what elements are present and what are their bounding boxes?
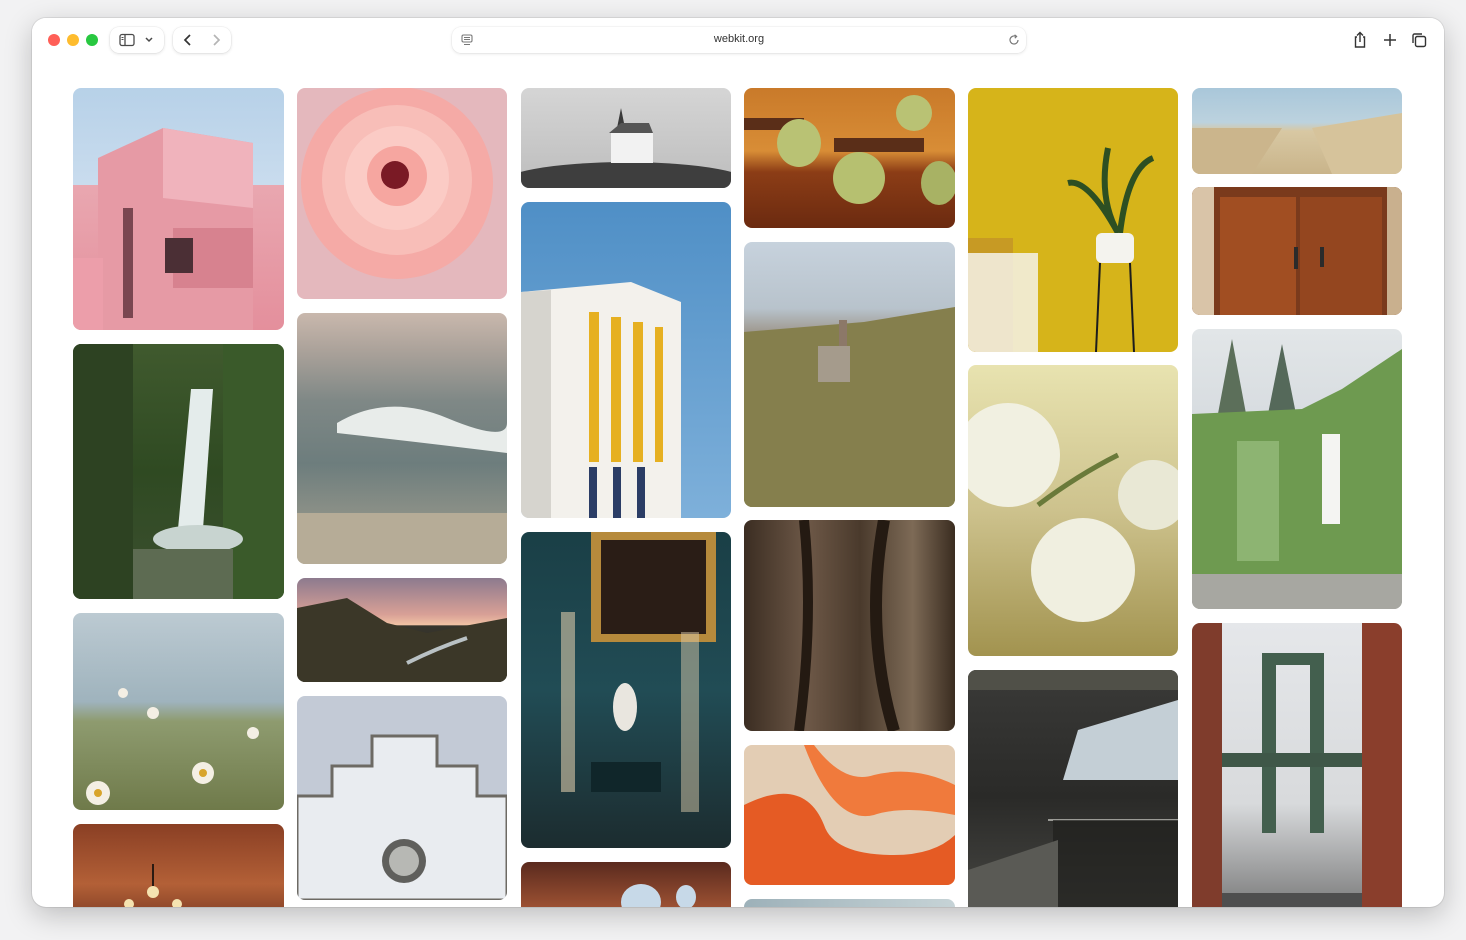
browser-toolbar: webkit.org xyxy=(32,18,1444,63)
photo-yellow-plant[interactable] xyxy=(968,88,1178,352)
photo-chapel-hill[interactable] xyxy=(521,88,731,188)
photo-sand-dunes[interactable] xyxy=(1192,88,1402,174)
sidebar-button-group[interactable] xyxy=(110,27,164,53)
sidebar-toggle-icon[interactable] xyxy=(119,33,135,47)
close-window-button[interactable] xyxy=(48,34,60,46)
back-chevron-icon[interactable] xyxy=(181,32,195,48)
photo-partial-blue[interactable] xyxy=(744,899,955,907)
reload-icon[interactable] xyxy=(1007,33,1021,47)
photo-red-arches[interactable] xyxy=(521,862,731,907)
navigation-button-group xyxy=(173,27,231,53)
photo-orange-chair[interactable] xyxy=(744,745,955,885)
photo-wooden-door[interactable] xyxy=(1192,187,1402,315)
maximize-window-button[interactable] xyxy=(86,34,98,46)
plus-icon[interactable] xyxy=(1381,31,1399,49)
photo-modern-tower[interactable] xyxy=(521,202,731,518)
photo-bridge-street[interactable] xyxy=(1192,623,1402,907)
chevron-down-icon[interactable] xyxy=(144,36,154,44)
photo-hillside-mine[interactable] xyxy=(744,242,955,507)
minimize-window-button[interactable] xyxy=(67,34,79,46)
photo-pink-flower[interactable] xyxy=(297,88,507,299)
photo-daisies[interactable] xyxy=(73,613,284,810)
address-bar[interactable]: webkit.org xyxy=(452,27,1026,53)
photo-museum-room[interactable] xyxy=(521,532,731,848)
photo-ocean-wave[interactable] xyxy=(297,313,507,564)
share-icon[interactable] xyxy=(1351,30,1369,50)
photo-white-hydrangeas[interactable] xyxy=(968,365,1178,656)
url-text[interactable]: webkit.org xyxy=(452,33,1026,45)
photo-waterfall[interactable] xyxy=(73,344,284,599)
photo-white-facade[interactable] xyxy=(297,696,507,900)
tab-overview-icon[interactable] xyxy=(1410,31,1428,49)
photo-tree-bark[interactable] xyxy=(744,520,955,731)
photo-cafe-chairs[interactable] xyxy=(744,88,955,228)
photo-atrium-interior[interactable] xyxy=(968,670,1178,907)
photo-wooden-ceiling[interactable] xyxy=(73,824,284,907)
photo-green-house[interactable] xyxy=(1192,329,1402,609)
photo-pink-hotel[interactable] xyxy=(73,88,284,330)
photo-canyon-sunset[interactable] xyxy=(297,578,507,682)
browser-window: webkit.org xyxy=(32,18,1444,907)
forward-chevron-icon[interactable] xyxy=(209,32,223,48)
